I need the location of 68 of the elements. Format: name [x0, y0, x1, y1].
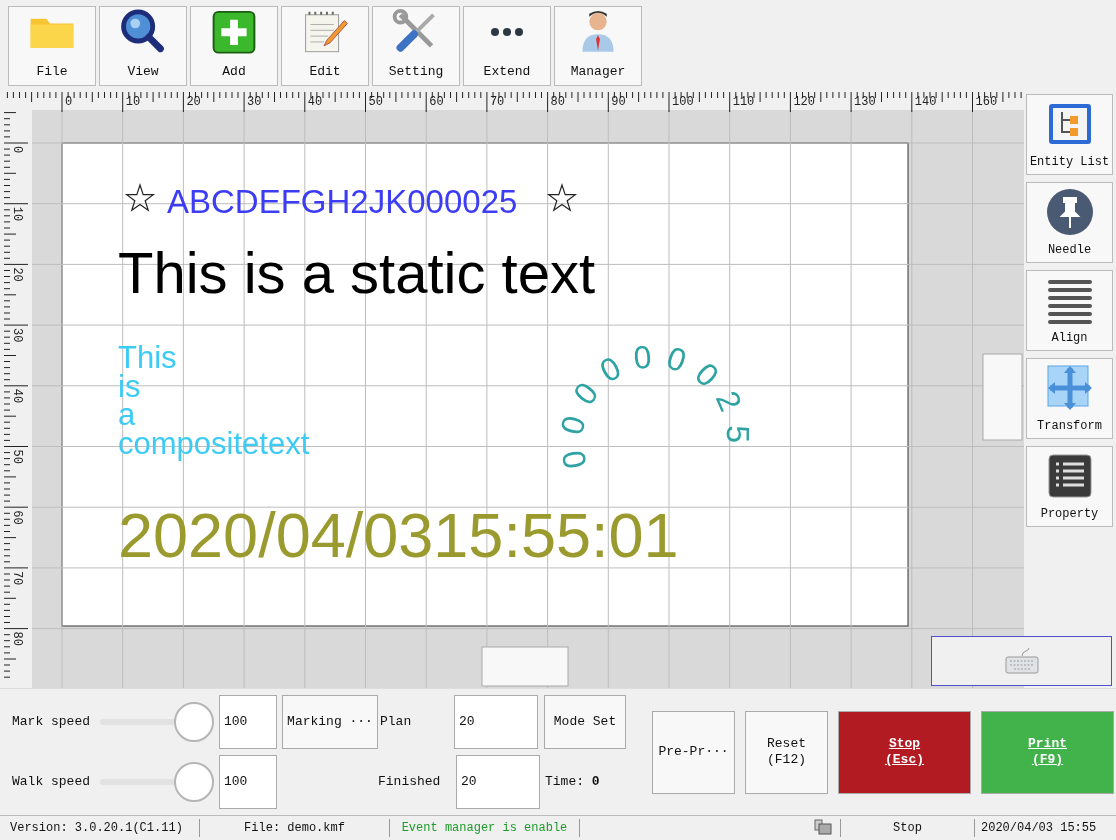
toolbar-button[interactable]: Edit [281, 6, 369, 86]
ruler-label: 80 [550, 95, 565, 109]
ruler-label: 120 [793, 95, 815, 109]
ruler-label: 40 [10, 388, 24, 404]
side-tool-button[interactable]: Transform [1026, 358, 1113, 439]
toolbar-button[interactable]: File [8, 6, 96, 86]
toolbar-button[interactable]: Add [190, 6, 278, 86]
mode-set-button[interactable]: Mode Set [544, 695, 626, 749]
version-text: Version: 3.0.20.1(C1.11) [0, 819, 200, 837]
datetime-text: 2020/04/03 15:55 [980, 820, 1098, 837]
walk-speed-input[interactable]: 100 [219, 755, 277, 809]
side-tool-button[interactable]: Needle [1026, 182, 1113, 263]
ruler-label: 10 [125, 95, 141, 109]
ruler-label: 20 [10, 267, 24, 282]
star-icon [546, 183, 578, 212]
file-text: File: demo.kmf [200, 819, 390, 837]
side-tool-button[interactable]: Align [1026, 270, 1113, 351]
plan-input[interactable]: 20 [454, 695, 538, 749]
machine-status-text: Stop [840, 819, 975, 837]
marking-button[interactable]: Marking ··· [282, 695, 378, 749]
finished-label: Finished [378, 773, 442, 792]
star-icon [124, 183, 156, 212]
canvas-text: ABCDEFGH2JK000025 [167, 183, 518, 220]
mark-speed-label: Mark speed [12, 713, 91, 732]
ruler-label: 30 [10, 328, 24, 343]
ruler-label: 0 [10, 146, 24, 154]
ruler-label: 50 [368, 95, 383, 109]
computer-icon [814, 819, 832, 837]
ruler-label: 60 [429, 95, 444, 109]
ruler-label: 10 [10, 206, 24, 222]
finished-input[interactable]: 20 [456, 755, 540, 809]
ruler-label: 90 [611, 95, 626, 109]
dotted-canvas-text: This is a static text [118, 240, 596, 305]
ruler-label: 40 [307, 95, 323, 109]
ruler-label: 80 [10, 631, 24, 646]
canvas-text: 2020/04/0315:55:01 [118, 500, 679, 570]
action-button[interactable]: Pre-Pr··· [652, 710, 735, 794]
ruler-label: 70 [10, 570, 24, 586]
speed-slider[interactable] [100, 760, 214, 804]
keyboard-button[interactable] [931, 636, 1112, 686]
toolbar-button[interactable]: Setting [372, 6, 460, 86]
side-tool-button[interactable]: Property [1026, 446, 1113, 527]
ruler-label: 110 [732, 95, 755, 109]
speed-slider[interactable] [100, 700, 214, 744]
ruler-label: 70 [489, 95, 505, 109]
mark-speed-input[interactable]: 100 [219, 695, 277, 749]
ruler-label: 130 [854, 95, 876, 109]
scroll-thumb[interactable] [481, 646, 569, 687]
ruler-label: 100 [672, 95, 694, 109]
ruler-label: 160 [975, 95, 998, 109]
action-button[interactable]: Reset (F12) [745, 710, 828, 794]
scroll-thumb[interactable] [982, 353, 1023, 441]
ruler-label: 0 [65, 95, 73, 109]
dots-icon [491, 28, 523, 37]
side-tool-button[interactable]: Entity List [1026, 94, 1113, 175]
plan-label: Plan [379, 713, 413, 732]
event-status-text: Event manager is enable [390, 819, 580, 837]
toolbar-button[interactable]: Manager [554, 6, 642, 86]
ruler-label: 50 [10, 449, 24, 464]
time-readout: Time: 0 [545, 773, 600, 792]
keyboard-icon [1004, 648, 1039, 674]
action-button[interactable]: Stop (Esc) [838, 710, 971, 794]
ruler-label: 60 [10, 510, 24, 525]
toolbar-button[interactable]: Extend [463, 6, 551, 86]
ruler-label: 140 [914, 95, 937, 109]
walk-speed-label: Walk speed [12, 773, 91, 792]
ruler-label: 30 [247, 95, 262, 109]
toolbar-button[interactable]: View [99, 6, 187, 86]
